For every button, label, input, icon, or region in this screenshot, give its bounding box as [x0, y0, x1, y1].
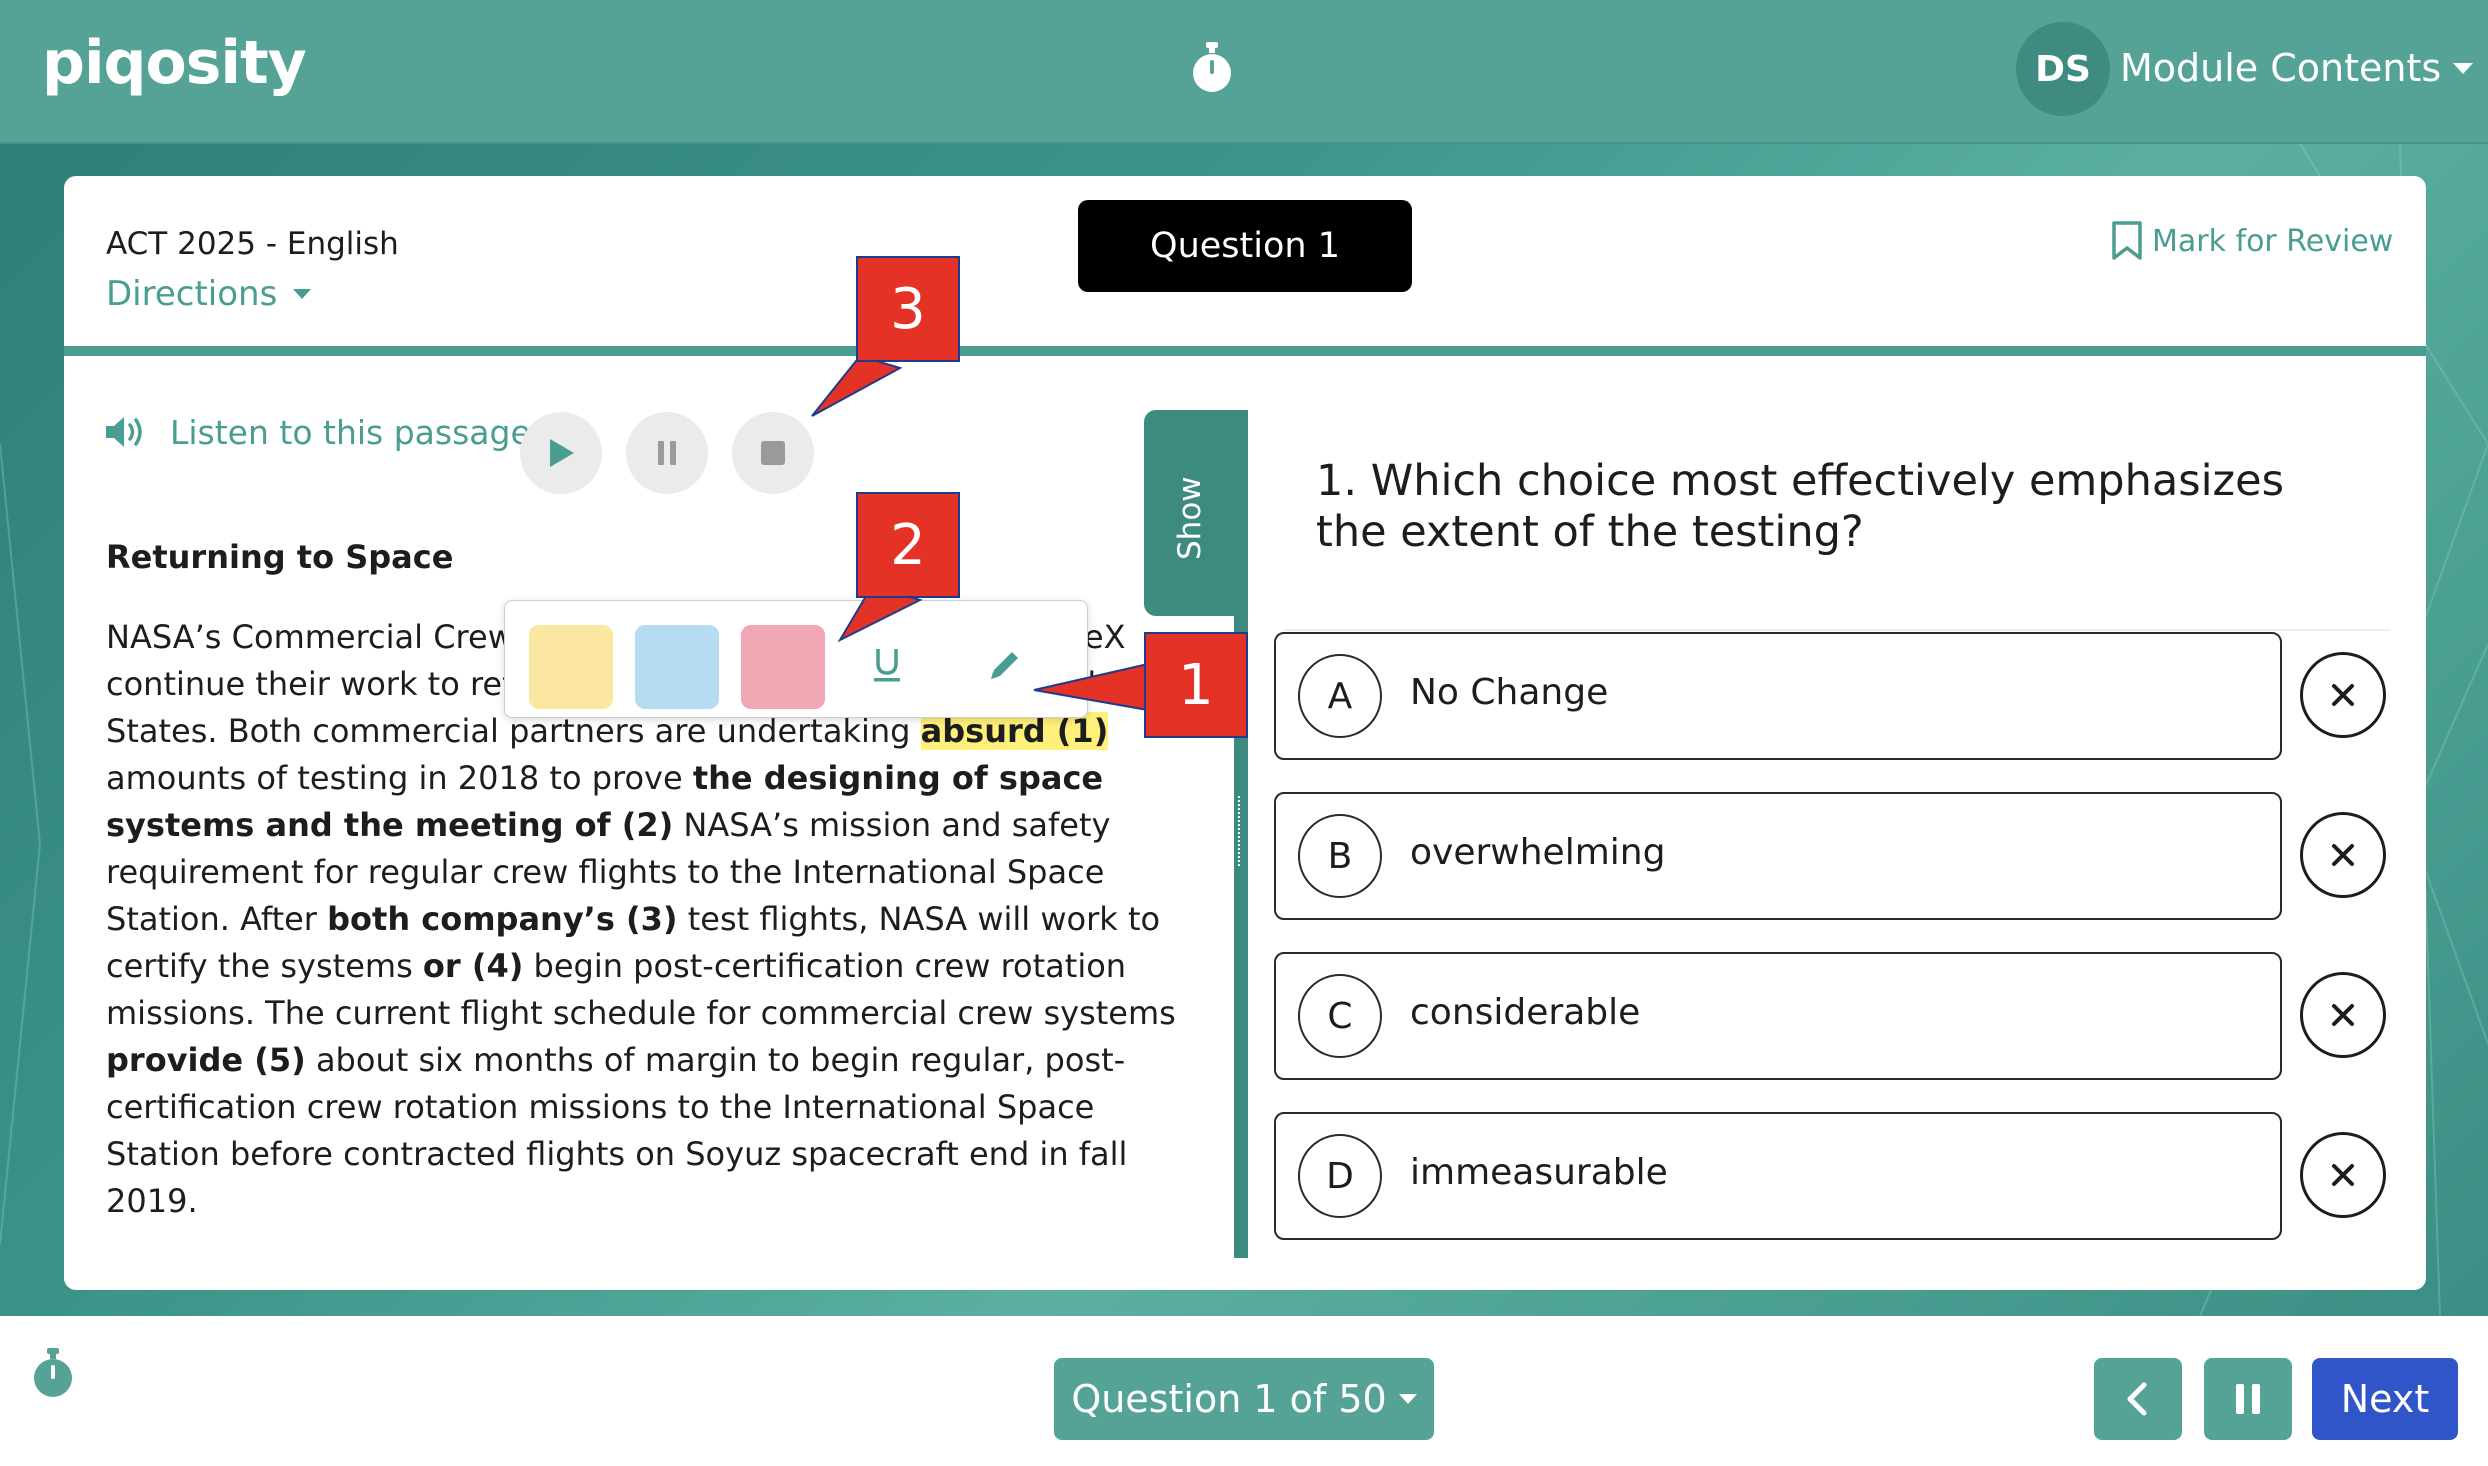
pause-icon: [2236, 1384, 2260, 1414]
question-navigator-label: Question 1 of 50: [1071, 1377, 1387, 1421]
next-button[interactable]: Next: [2312, 1358, 2458, 1440]
callout-2: 2: [856, 492, 960, 598]
back-button[interactable]: [2094, 1358, 2182, 1440]
chevron-left-icon: [2127, 1382, 2147, 1416]
callout-1: 1: [1144, 632, 1248, 738]
chevron-down-icon: [1398, 1394, 1417, 1404]
question-navigator-dropdown[interactable]: Question 1 of 50: [1054, 1358, 1434, 1440]
pause-test-button[interactable]: [2204, 1358, 2292, 1440]
stopwatch-icon[interactable]: [30, 1346, 76, 1400]
footer-bar: Question 1 of 50 Next: [0, 1316, 2488, 1466]
callout-3: 3: [856, 256, 960, 362]
